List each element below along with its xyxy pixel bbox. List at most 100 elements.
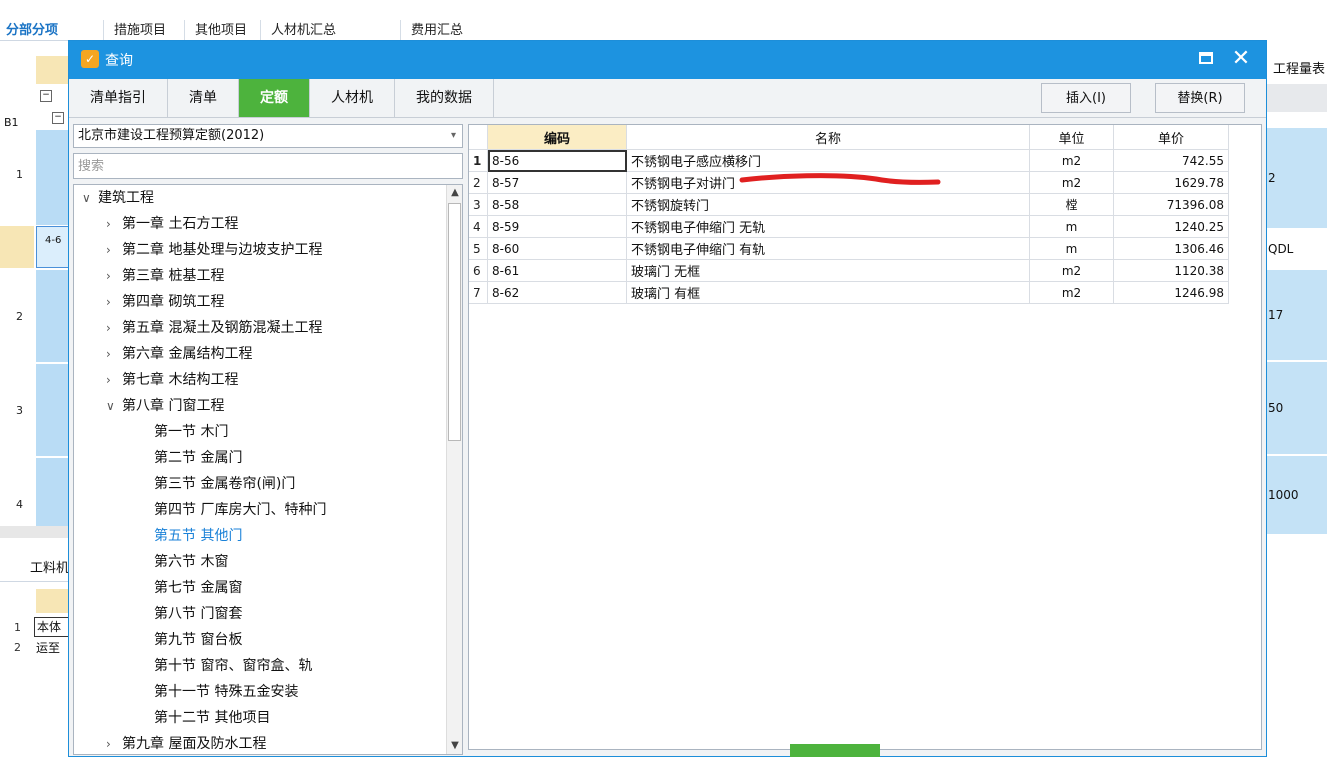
cell-unit[interactable]: 樘 (1029, 193, 1114, 216)
tree-node-chapter[interactable]: › 第七章 木结构工程 (106, 368, 238, 392)
tree-node-section[interactable]: 第十节 窗帘、窗帘盒、轨 (154, 654, 312, 678)
table-row[interactable]: 5 8-60 不锈钢电子伸缩门 有轨 m 1306.46 (469, 237, 1229, 260)
bg-selected-cell[interactable]: 4-6 (36, 226, 70, 268)
tree-node-section[interactable]: 第七节 金属窗 (154, 576, 242, 600)
scroll-up-icon[interactable]: ▲ (447, 185, 462, 201)
cell-name[interactable]: 不锈钢旋转门 (626, 193, 1030, 216)
search-input[interactable] (73, 153, 463, 179)
tab-qingdan-zhiyin[interactable]: 清单指引 (69, 79, 168, 117)
dialog-titlebar[interactable]: ✓ 查询 ✕ (69, 41, 1266, 79)
bg-tab-cuoshi[interactable]: 措施项目 (103, 20, 176, 42)
cell-price[interactable]: 1120.38 (1113, 259, 1229, 282)
tree-node-chapter[interactable]: › 第四章 砌筑工程 (106, 290, 224, 314)
tree-node-section-selected[interactable]: 第五节 其他门 (154, 524, 242, 548)
row-number: 1 (469, 149, 488, 172)
bottom-expand-handle[interactable] (790, 744, 880, 757)
bg-right-cell[interactable]: 17 (1265, 270, 1327, 360)
cell-code[interactable]: 8-56 (487, 149, 627, 172)
maximize-icon[interactable] (1199, 52, 1213, 64)
tree-node-section[interactable]: 第四节 厂库房大门、特种门 (154, 498, 326, 522)
tree-node-section[interactable]: 第十二节 其他项目 (154, 706, 270, 730)
cell-price[interactable]: 742.55 (1113, 149, 1229, 172)
chevron-down-icon: ∨ (82, 191, 91, 205)
close-icon[interactable]: ✕ (1229, 45, 1253, 73)
tree-node-chapter[interactable]: › 第六章 金属结构工程 (106, 342, 252, 366)
column-header-name[interactable]: 名称 (626, 125, 1030, 150)
column-header-price[interactable]: 单价 (1113, 125, 1229, 150)
bg-horizontal-scrollbar[interactable] (0, 526, 70, 538)
cell-unit[interactable]: m2 (1029, 281, 1114, 304)
tree-node-chapter[interactable]: › 第一章 土石方工程 (106, 212, 238, 236)
column-header-code[interactable]: 编码 (487, 125, 627, 150)
cell-unit[interactable]: m2 (1029, 149, 1114, 172)
tree-node-section[interactable]: 第六节 木窗 (154, 550, 228, 574)
tree-node-section[interactable]: 第九节 窗台板 (154, 628, 242, 652)
cell-name[interactable]: 玻璃门 无框 (626, 259, 1030, 282)
tab-qingdan[interactable]: 清单 (168, 79, 239, 117)
tree-node-label: 第九章 屋面及防水工程 (122, 736, 267, 752)
tab-my-data[interactable]: 我的数据 (395, 79, 494, 117)
bg-tab-fenbu[interactable]: 分部分项 (0, 20, 68, 42)
cell-code[interactable]: 8-59 (487, 215, 627, 238)
bg-right-cell[interactable]: 2 (1265, 128, 1327, 228)
cell-price[interactable]: 1629.78 (1113, 171, 1229, 194)
bg-tab-rencaiji[interactable]: 人材机汇总 (260, 20, 346, 42)
cell-code[interactable]: 8-60 (487, 237, 627, 260)
row-number: 3 (469, 193, 488, 216)
cell-price[interactable]: 71396.08 (1113, 193, 1229, 216)
bg-tab-feiyong[interactable]: 费用汇总 (400, 20, 473, 42)
row-number: 6 (469, 259, 488, 282)
table-row[interactable]: 3 8-58 不锈钢旋转门 樘 71396.08 (469, 193, 1229, 216)
cell-code[interactable]: 8-58 (487, 193, 627, 216)
cell-name[interactable]: 不锈钢电子伸缩门 无轨 (626, 215, 1030, 238)
tree-node-chapter[interactable]: › 第三章 桩基工程 (106, 264, 224, 288)
cell-unit[interactable]: m2 (1029, 259, 1114, 282)
collapse-box-icon[interactable]: − (40, 90, 52, 102)
tree-node-root[interactable]: ∨ 建筑工程 (82, 186, 154, 210)
cell-price[interactable]: 1246.98 (1113, 281, 1229, 304)
cell-unit[interactable]: m (1029, 237, 1114, 260)
table-row[interactable]: 6 8-61 玻璃门 无框 m2 1120.38 (469, 259, 1229, 282)
cell-code[interactable]: 8-62 (487, 281, 627, 304)
bg-tab-qita[interactable]: 其他项目 (184, 20, 257, 42)
tree-node-section[interactable]: 第十一节 特殊五金安装 (154, 680, 298, 704)
tree-node-section[interactable]: 第二节 金属门 (154, 446, 242, 470)
tree-node-chapter[interactable]: › 第二章 地基处理与边坡支护工程 (106, 238, 322, 262)
tab-dinge[interactable]: 定额 (239, 79, 310, 117)
tree-node-chapter-expanded[interactable]: ∨ 第八章 门窗工程 (106, 394, 224, 418)
table-row[interactable]: 4 8-59 不锈钢电子伸缩门 无轨 m 1240.25 (469, 215, 1229, 238)
tree-node-section[interactable]: 第三节 金属卷帘(闸)门 (154, 472, 295, 496)
bg-right-cell[interactable]: 50 (1265, 362, 1327, 454)
tree-node-chapter[interactable]: › 第五章 混凝土及钢筋混凝土工程 (106, 316, 322, 340)
cell-price[interactable]: 1306.46 (1113, 237, 1229, 260)
cell-unit[interactable]: m2 (1029, 171, 1114, 194)
bg-lower-cell[interactable]: 运至 (36, 639, 60, 656)
table-row[interactable]: 1 8-56 不锈钢电子感应横移门 m2 742.55 (469, 149, 1229, 172)
insert-button[interactable]: 插入(I) (1041, 83, 1131, 113)
bg-right-cell[interactable]: 1000 (1265, 456, 1327, 534)
tree-vertical-scrollbar[interactable]: ▲ ▼ (446, 185, 462, 754)
cell-name[interactable]: 玻璃门 有框 (626, 281, 1030, 304)
table-row[interactable]: 7 8-62 玻璃门 有框 m2 1246.98 (469, 281, 1229, 304)
collapse-box-icon[interactable]: − (52, 112, 64, 124)
column-header-unit[interactable]: 单位 (1029, 125, 1114, 150)
quota-library-select[interactable]: 北京市建设工程预算定额(2012) ▾ (73, 124, 463, 148)
cell-price[interactable]: 1240.25 (1113, 215, 1229, 238)
bg-right-cell[interactable]: QDL (1265, 230, 1327, 268)
replace-button[interactable]: 替换(R) (1155, 83, 1245, 113)
chevron-right-icon: › (106, 321, 111, 335)
bg-lower-cell[interactable]: 本体 (34, 617, 70, 637)
tab-rencaiji[interactable]: 人材机 (310, 79, 395, 117)
tree-node-section[interactable]: 第八节 门窗套 (154, 602, 242, 626)
tree-node-section[interactable]: 第一节 木门 (154, 420, 228, 444)
cell-name[interactable]: 不锈钢电子伸缩门 有轨 (626, 237, 1030, 260)
query-dialog: ✓ 查询 ✕ 清单指引 清单 定额 人材机 我的数据 插入(I) 替换(R) 北… (68, 40, 1267, 757)
cell-code[interactable]: 8-61 (487, 259, 627, 282)
cell-code[interactable]: 8-57 (487, 171, 627, 194)
tree-node-chapter[interactable]: › 第九章 屋面及防水工程 (106, 732, 267, 754)
cell-unit[interactable]: m (1029, 215, 1114, 238)
cell-name[interactable]: 不锈钢电子感应横移门 (626, 149, 1030, 172)
scroll-down-icon[interactable]: ▼ (447, 738, 462, 754)
background-right-grid: 工程量表 2 QDL 17 50 1000 (1265, 40, 1327, 540)
scrollbar-thumb[interactable] (448, 203, 461, 441)
